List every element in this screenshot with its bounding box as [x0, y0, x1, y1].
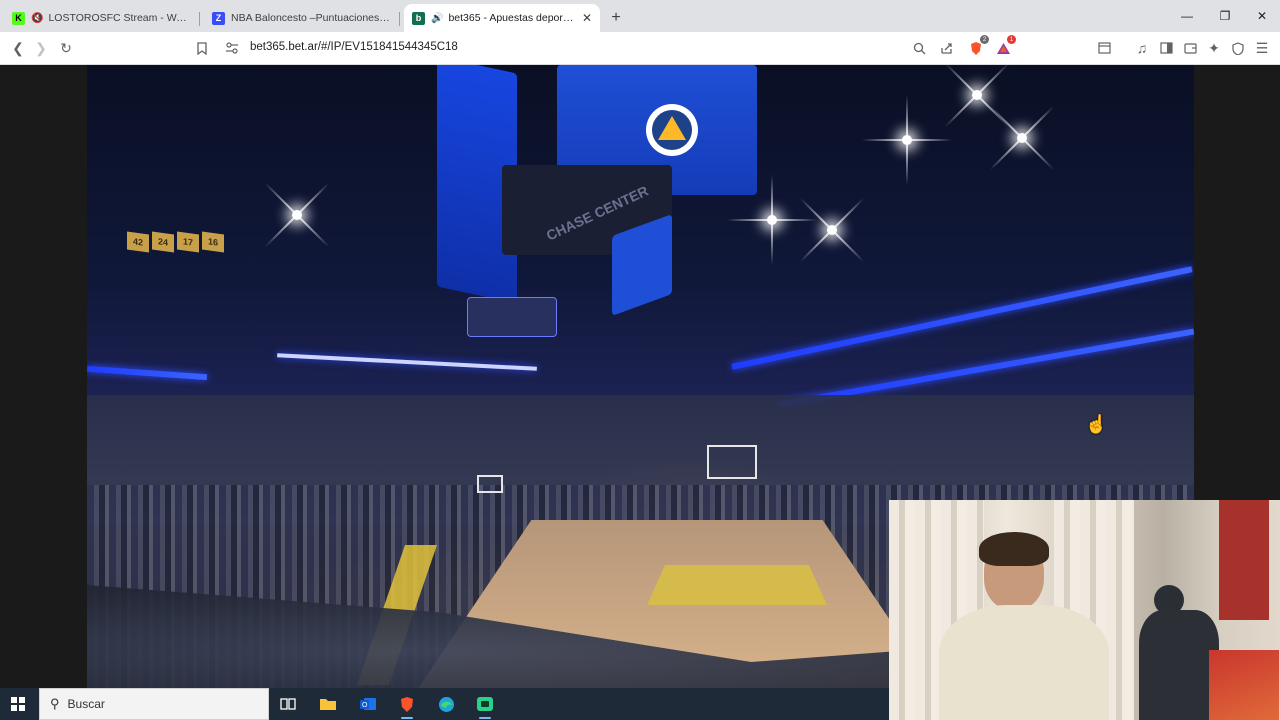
rewards-count-badge: 1 [1007, 35, 1016, 44]
tab-close-button[interactable]: ✕ [582, 11, 592, 25]
speaker-icon[interactable]: 🔊 [431, 13, 443, 24]
arena-light-flare [972, 90, 982, 100]
bet365-icon: b [412, 11, 425, 25]
leo-ai-icon[interactable]: ✦ [1203, 38, 1225, 58]
windows-start-icon[interactable] [11, 697, 25, 711]
person-hair [979, 532, 1049, 566]
outlook-icon[interactable]: O [353, 692, 383, 716]
share-icon[interactable] [935, 38, 957, 58]
mouse-cursor-hand-icon: ☝ [1085, 414, 1108, 434]
tab-bet365[interactable]: b 🔊 bet365 - Apuestas deportivas ✕ [404, 4, 600, 32]
minimize-button[interactable]: — [1168, 0, 1206, 32]
webcam-overlay [889, 500, 1280, 720]
person2-body [1139, 610, 1219, 720]
back-button[interactable]: ❮ [7, 38, 29, 58]
svg-text:O: O [362, 702, 368, 709]
retired-numbers-banners: 42 24 17 16 [127, 231, 224, 253]
zoom-icon[interactable] [908, 38, 930, 58]
search-icon: ⚲ [50, 696, 60, 711]
reload-button[interactable]: ↻ [55, 38, 77, 58]
tab-separator [199, 12, 200, 26]
court-paint-right [647, 565, 827, 605]
sofascore-icon: Z [212, 11, 225, 25]
edge-icon[interactable] [431, 692, 461, 716]
vpn-shield-icon[interactable] [1227, 38, 1249, 58]
wallet-icon[interactable] [1179, 38, 1201, 58]
windows-taskbar: ⚲ Buscar O [0, 688, 889, 720]
app-green-icon[interactable] [470, 692, 500, 719]
brave-rewards-icon[interactable]: 1 [992, 35, 1016, 58]
banner-number: 17 [177, 231, 199, 253]
brave-shields-icon[interactable]: 2 [965, 35, 989, 58]
led-ribbon-baseline [277, 353, 537, 371]
red-blanket [1209, 650, 1279, 720]
tab-nba-baloncesto[interactable]: Z NBA Baloncesto –Puntuaciones, Clasific… [204, 4, 400, 32]
basketball-hoop-right [707, 445, 757, 479]
brave-browser-icon[interactable] [392, 692, 422, 719]
bookmark-icon[interactable] [191, 38, 213, 58]
file-explorer-icon[interactable] [313, 692, 343, 716]
basketball-hoop-left [477, 475, 503, 493]
menu-hamburger-icon[interactable]: ☰ [1251, 38, 1273, 58]
banner-number: 42 [127, 231, 149, 253]
close-window-button[interactable]: ✕ [1243, 0, 1280, 32]
arena-light-flare [902, 95, 912, 185]
tab-label: NBA Baloncesto –Puntuaciones, Clasificac… [231, 12, 392, 24]
site-info-icon[interactable] [221, 38, 243, 58]
led-ribbon-upper [731, 266, 1193, 370]
address-bar[interactable]: bet365.bet.ar/#/IP/EV151841544345C18 [250, 41, 458, 53]
person-hoodie [939, 605, 1109, 720]
led-ribbon-left [87, 365, 208, 381]
arena-light-flare [827, 225, 837, 235]
kick-icon: K [12, 11, 25, 25]
restore-button[interactable]: ❐ [1206, 0, 1244, 32]
red-window-shutter [1219, 500, 1269, 620]
reader-mode-icon[interactable] [1093, 38, 1115, 58]
new-tab-button[interactable]: + [604, 4, 628, 32]
sidebar-icon[interactable] [1155, 38, 1177, 58]
browser-toolbar: ❮ ❯ ↻ bet365.bet.ar/#/IP/EV151841544345C… [0, 32, 1280, 65]
tab-separator [399, 12, 400, 26]
arena-light-flare [1017, 133, 1027, 143]
tab-strip: K 🔇 LOSTOROSFC Stream - Watch Live Z NBA… [0, 0, 1280, 32]
tab-label: LOSTOROSFC Stream - Watch Live [48, 12, 192, 24]
forward-button[interactable]: ❯ [30, 38, 52, 58]
task-view-icon[interactable] [273, 692, 303, 716]
banner-number: 24 [152, 231, 174, 253]
warriors-logo-icon [646, 104, 698, 156]
arena-light-flare [767, 175, 777, 265]
arena-light-flare [292, 210, 302, 220]
search-placeholder: Buscar [67, 697, 105, 711]
tab-label: bet365 - Apuestas deportivas [448, 12, 576, 24]
shields-count-badge: 2 [980, 35, 989, 44]
taskbar-search-box[interactable]: ⚲ Buscar [39, 688, 269, 720]
muted-speaker-icon[interactable]: 🔇 [31, 13, 43, 24]
scoreboard-screen [467, 297, 557, 337]
tab-lostorosfc[interactable]: K 🔇 LOSTOROSFC Stream - Watch Live [4, 4, 200, 32]
banner-number: 16 [202, 231, 224, 253]
media-music-icon[interactable]: ♫ [1131, 38, 1153, 58]
